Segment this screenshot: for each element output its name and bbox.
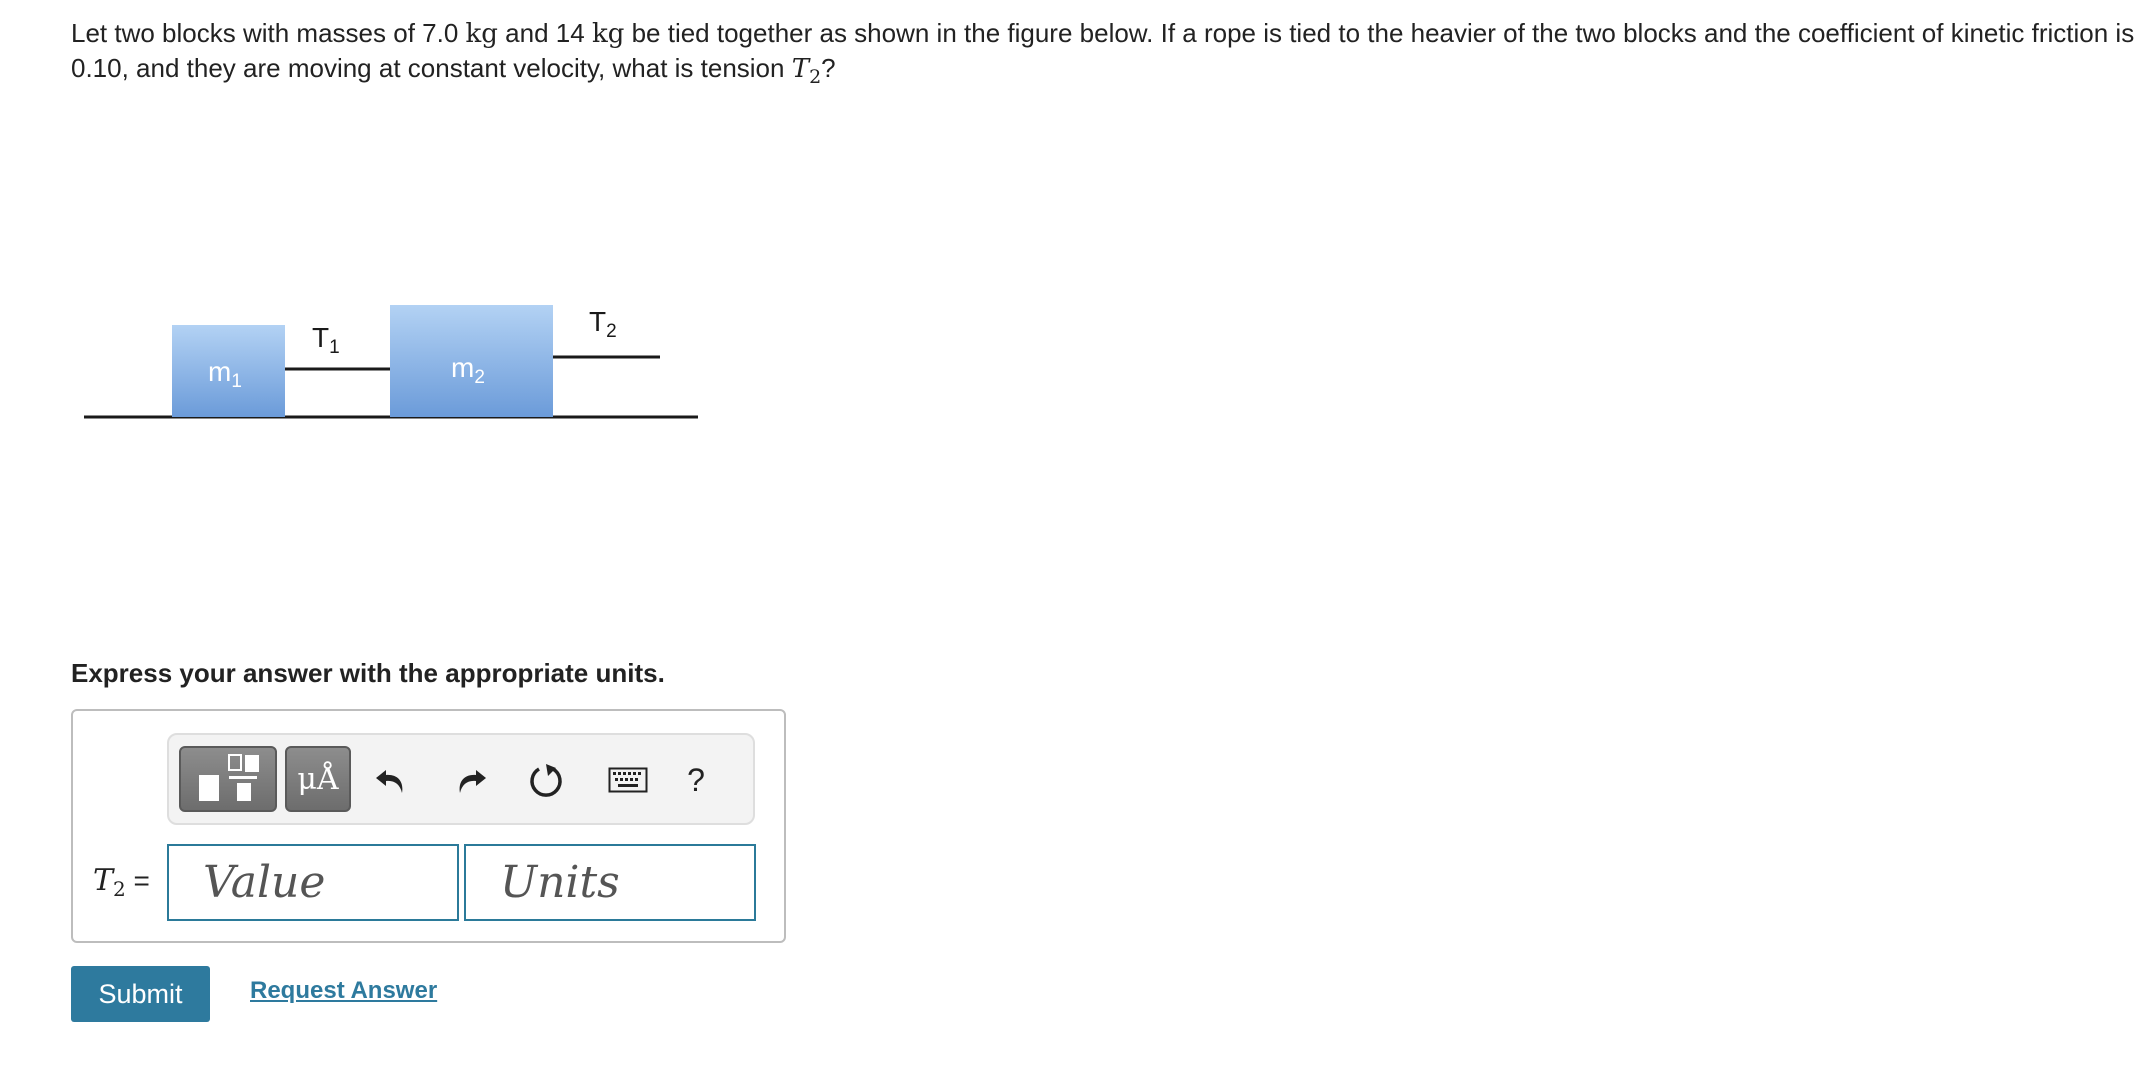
value-input[interactable] [167,844,459,921]
blocks-diagram: m1 m2 T1 T2 [84,305,698,419]
blocks-figure: m1 m2 T1 T2 [84,295,704,435]
redo-button[interactable] [443,753,497,807]
answer-variable-label: T2 = [93,863,150,901]
units-input[interactable] [464,844,756,921]
question-end: ? [821,53,836,83]
submit-button[interactable]: Submit [71,966,210,1022]
undo-icon [376,770,403,793]
symbols-button[interactable]: μÅ [285,746,351,812]
unit-kg-b: kg [591,19,625,49]
keyboard-icon [608,767,648,793]
symbols-label: μÅ [297,761,339,797]
question-text: Let two blocks with masses of 7.0 kg and… [71,16,2141,94]
equals-sign: = [133,865,150,896]
math-toolbar: μÅ ? [167,733,755,825]
rope-t1-label: T1 [312,322,340,358]
help-icon: ? [687,761,705,798]
answer-tension-symbol: T [93,863,114,898]
request-answer-link[interactable]: Request Answer [250,977,437,1005]
question-part-1: Let two blocks with masses of 7.0 [71,18,459,48]
undo-button[interactable] [365,753,419,807]
question-part-2: and 14 [505,18,585,48]
unit-kg-a: kg [465,19,498,49]
templates-button[interactable] [179,746,277,812]
redo-icon [459,770,486,793]
tension-subscript: 2 [809,66,822,88]
templates-icon [199,754,259,801]
answer-tension-subscript: 2 [113,877,126,901]
help-button[interactable]: ? [669,753,723,807]
answer-instruction: Express your answer with the appropriate… [71,658,665,688]
keyboard-button[interactable] [601,753,655,807]
answer-panel: μÅ ? T2 = Value Units [71,709,786,943]
rope-t2-label: T2 [589,306,617,342]
reset-button[interactable] [519,753,573,807]
tension-symbol: T [791,54,810,84]
reset-icon [530,764,562,797]
